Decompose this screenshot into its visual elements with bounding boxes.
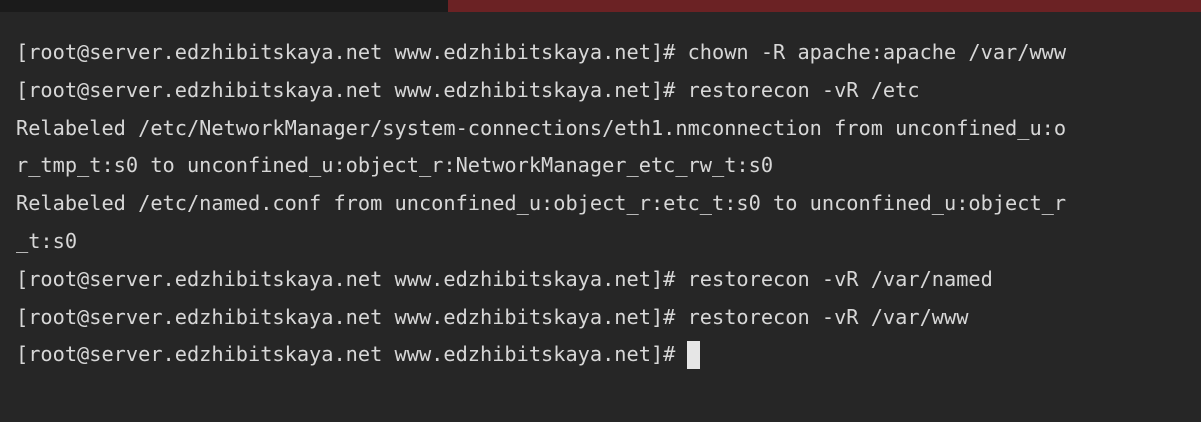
terminal-output[interactable]: [root@server.edzhibitskaya.net www.edzhi… (16, 34, 1201, 422)
title-bar-accent (448, 0, 1201, 12)
terminal-line: Relabeled /etc/named.conf from unconfine… (16, 191, 1067, 216)
terminal-line: [root@server.edzhibitskaya.net www.edzhi… (16, 266, 993, 291)
terminal-line: [root@server.edzhibitskaya.net www.edzhi… (16, 40, 1067, 64)
terminal-line: [root@server.edzhibitskaya.net www.edzhi… (16, 77, 920, 102)
active-prompt-line[interactable]: [root@server.edzhibitskaya.net www.edzhi… (16, 336, 1201, 374)
terminal-line: _t:s0 (16, 228, 78, 253)
terminal-window[interactable]: [root@server.edzhibitskaya.net www.edzhi… (0, 0, 1201, 422)
terminal-line: [root@server.edzhibitskaya.net www.edzhi… (16, 304, 969, 329)
shell-prompt: [root@server.edzhibitskaya.net www.edzhi… (16, 342, 676, 367)
window-title-bar (0, 0, 1201, 12)
terminal-line: r_tmp_t:s0 to unconfined_u:object_r:Netw… (16, 153, 774, 178)
terminal-line: Relabeled /etc/NetworkManager/system-con… (16, 115, 1067, 140)
text-cursor (687, 341, 701, 370)
